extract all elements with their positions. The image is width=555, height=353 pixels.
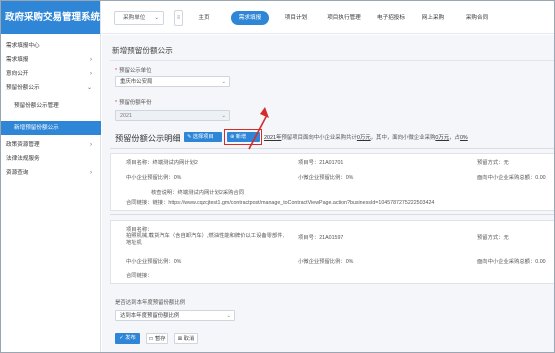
chevron-down-icon: ⌄ <box>221 113 226 119</box>
collapse-toggle-icon[interactable]: ≡ <box>174 10 183 26</box>
main-content: 新增预留份额公示 * 预留公示单位 重庆市公安局 ⌄ * 预留份额年份 2021 ⌄ 预… <box>102 35 554 352</box>
micro-ratio: 小微企业预留比例：0% <box>298 259 354 265</box>
project-name: 拍照机械,载货汽车（含自卸汽车）,燃油性能和牌价以工设备零部件,地址机 <box>126 233 285 246</box>
sme-amount: 面向中小企业采购总额：0.00 <box>477 259 546 265</box>
year-field-value: 2021 <box>120 113 132 119</box>
page-title: 新增预留份额公示 <box>112 46 173 55</box>
sidebar-item-policy-resource[interactable]: 政策资源管理 › <box>1 138 101 152</box>
sidebar-item-demand-center[interactable]: 需求填报中心 <box>1 39 101 53</box>
summary-text: 2021年预留项目面向中小企业采购共计0万元，其中，面向小微企业采购0万元，占0… <box>264 135 468 141</box>
sidebar-item-intent-public[interactable]: 意向公开 › <box>1 67 101 81</box>
publish-button[interactable]: ✓ 发布 <box>115 333 140 344</box>
sidebar-item-label: 政策资源管理 <box>6 142 40 148</box>
unit-select[interactable]: 采购单位 ⌄ <box>114 11 164 25</box>
top-nav-bar: 采购单位 ⌄ ≡ 主页 需求填报 项目计划 项目执行管理 电子招投标 网上采购 采… <box>101 1 554 34</box>
cancel-button[interactable]: ⊠ 取消 <box>174 333 198 344</box>
chevron-down-icon: ⌄ <box>221 79 226 85</box>
sme-amount: 面向中小企业采购总额：0.00 <box>477 175 546 181</box>
project-name-label: 项目名称： <box>126 227 153 233</box>
reserve-ratio-question: 是否达到本年度预留份额比例 <box>115 300 186 306</box>
divider <box>110 214 554 215</box>
unit-label: * 预留公示单位 <box>115 68 152 74</box>
contract-link[interactable]: 合同链接：链接：https://www.cqzcjtest1.gm/contra… <box>126 198 434 206</box>
divider <box>110 148 554 149</box>
sidebar-item-new-reserved-share[interactable]: 新增预留份额公示 <box>1 121 101 135</box>
sidebar-item-label: 需求填报 <box>6 57 29 63</box>
top-nav-project-exec[interactable]: 项目执行管理 <box>323 11 365 25</box>
chevron-down-icon: ⌄ <box>154 15 159 21</box>
top-nav-demand[interactable]: 需求填报 <box>231 11 269 25</box>
sidebar-item-label: 意向公开 <box>6 71 29 77</box>
reserve-ratio-value: 达到本年度预留份额比例 <box>120 313 180 319</box>
project-name: 项目名称：终端测试内网计划2 <box>126 160 198 166</box>
year-field: 2021 ⌄ <box>115 110 230 121</box>
top-nav-contract[interactable]: 采购合同 <box>461 11 493 25</box>
sidebar-item-label: 预留份额公示管理 <box>14 103 59 109</box>
top-nav-online-purchase[interactable]: 网上采购 <box>417 11 449 25</box>
chevron-down-icon: ⌄ <box>226 313 231 319</box>
unit-field[interactable]: 重庆市公安局 ⌄ <box>115 76 230 87</box>
sidebar-item-reserved-share-manage[interactable]: 预留份额公示管理 <box>1 99 101 113</box>
app-window: 政府采购交易管理系统 需求填报中心 需求填报 › 意向公开 › 预留份额公示 ⌄ 预留… <box>0 0 555 353</box>
select-project-button[interactable]: ✎ 选择项目 <box>184 132 222 142</box>
highlight-box <box>224 129 262 145</box>
unit-select-value: 采购单位 <box>123 15 146 21</box>
section-title: 预留份额公示明细 <box>115 134 181 143</box>
project-number: 项目号：21A01701 <box>298 160 344 166</box>
contract-link[interactable]: 合同链接： <box>126 271 153 279</box>
reserve-method: 预留方式：无 <box>477 235 509 241</box>
sidebar-item-label: 法律法规服务 <box>6 156 40 162</box>
divider <box>110 60 554 61</box>
sidebar-item-label: 需求填报中心 <box>6 43 40 49</box>
save-draft-button[interactable]: ▭ 暂存 <box>146 333 168 344</box>
top-nav-home[interactable]: 主页 <box>189 11 219 25</box>
unit-field-value: 重庆市公安局 <box>120 79 153 85</box>
app-title: 政府采购交易管理系统 <box>1 1 100 34</box>
sme-ratio: 中小企业预留比例：0% <box>126 259 182 265</box>
sidebar-item-demand-fill[interactable]: 需求填报 › <box>1 53 101 67</box>
chevron-right-icon: › <box>90 142 92 148</box>
reserve-ratio-select[interactable]: 达到本年度预留份额比例 ⌄ <box>115 310 235 321</box>
chevron-right-icon: › <box>90 57 92 63</box>
chevron-right-icon: › <box>90 71 92 77</box>
reserved-record-card[interactable]: 项目名称： 拍照机械,载货汽车（含自卸汽车）,燃油性能和牌价以工设备零部件,地址… <box>110 220 554 284</box>
chevron-right-icon: › <box>90 170 92 176</box>
sidebar-item-label: 预留份额公示 <box>6 85 40 91</box>
sme-ratio: 中小企业预留比例：0% <box>126 175 182 181</box>
micro-ratio: 小微企业预留比例：0% <box>298 175 354 181</box>
sidebar-item-resource-query[interactable]: 资源查询 › <box>1 166 101 180</box>
reserve-method: 预留方式：无 <box>477 160 509 166</box>
sidebar-item-law-service[interactable]: 法律法规服务 <box>1 152 101 166</box>
sidebar-item-reserved-share[interactable]: 预留份额公示 ⌄ <box>1 81 101 95</box>
reserved-record-card[interactable]: 项目名称：终端测试内网计划2 项目号：21A01701 预留方式：无 中小企业预… <box>110 153 554 211</box>
top-nav-project-plan[interactable]: 项目计划 <box>281 11 311 25</box>
year-label: * 预留份额年份 <box>115 100 152 106</box>
top-nav-e-bidding[interactable]: 电子招投标 <box>373 11 409 25</box>
sidebar-item-label: 资源查询 <box>6 170 29 176</box>
project-number: 项目号：21A01597 <box>298 235 344 241</box>
sidebar: 政府采购交易管理系统 需求填报中心 需求填报 › 意向公开 › 预留份额公示 ⌄ 预留… <box>1 1 101 352</box>
check-note: 核查说明：终端测试内网计划2采购合同 <box>151 190 245 196</box>
sidebar-item-label: 新增预留份额公示 <box>14 125 59 131</box>
chevron-down-icon: ⌄ <box>86 85 92 91</box>
